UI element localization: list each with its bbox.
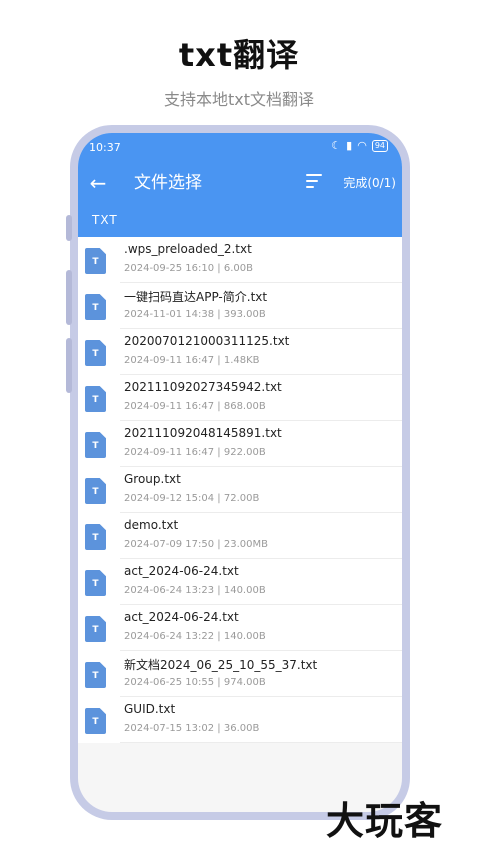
- file-meta: 2024-06-24 13:23 | 140.00B: [124, 585, 266, 596]
- txt-file-icon: T: [85, 386, 106, 412]
- file-name: .wps_preloaded_2.txt: [124, 242, 252, 256]
- file-meta: 2024-06-25 10:55 | 974.00B: [124, 677, 266, 688]
- file-name: 202111092048145891.txt: [124, 426, 282, 440]
- file-meta: 2024-09-11 16:47 | 868.00B: [124, 401, 266, 412]
- list-item[interactable]: T GUID.txt 2024-07-15 13:02 | 36.00B: [78, 697, 402, 743]
- file-list: T .wps_preloaded_2.txt 2024-09-25 16:10 …: [78, 237, 402, 743]
- file-meta: 2024-09-25 16:10 | 6.00B: [124, 263, 253, 274]
- file-meta: 2024-09-11 16:47 | 922.00B: [124, 447, 266, 458]
- txt-file-icon: T: [85, 478, 106, 504]
- wifi-icon: ◠: [357, 139, 367, 152]
- txt-file-icon: T: [85, 432, 106, 458]
- file-meta: 2024-11-01 14:38 | 393.00B: [124, 309, 266, 320]
- phone-volume-up-button: [66, 270, 72, 325]
- txt-file-icon: T: [85, 340, 106, 366]
- list-item[interactable]: T .wps_preloaded_2.txt 2024-09-25 16:10 …: [78, 237, 402, 283]
- tab-txt[interactable]: TXT: [92, 213, 118, 227]
- phone-side-button: [66, 215, 72, 241]
- list-item[interactable]: T act_2024-06-24.txt 2024-06-24 13:23 | …: [78, 559, 402, 605]
- list-item[interactable]: T demo.txt 2024-07-09 17:50 | 23.00MB: [78, 513, 402, 559]
- sort-icon: [306, 174, 324, 188]
- list-item[interactable]: T 202111092048145891.txt 2024-09-11 16:4…: [78, 421, 402, 467]
- list-item[interactable]: T Group.txt 2024-09-12 15:04 | 72.00B: [78, 467, 402, 513]
- done-button[interactable]: 完成(0/1): [343, 175, 396, 191]
- txt-file-icon: T: [85, 662, 106, 688]
- txt-file-icon: T: [85, 294, 106, 320]
- file-name: act_2024-06-24.txt: [124, 610, 239, 624]
- txt-file-icon: T: [85, 616, 106, 642]
- file-meta: 2024-07-15 13:02 | 36.00B: [124, 723, 260, 734]
- status-icons: ☾ ▮ ◠ 94: [331, 139, 388, 152]
- file-name: 新文档2024_06_25_10_55_37.txt: [124, 658, 318, 672]
- list-item[interactable]: T 新文档2024_06_25_10_55_37.txt 2024-06-25 …: [78, 651, 402, 697]
- txt-file-icon: T: [85, 524, 106, 550]
- signal-icon: ▮: [346, 139, 353, 152]
- file-name: 202111092027345942.txt: [124, 380, 282, 394]
- file-name: act_2024-06-24.txt: [124, 564, 239, 578]
- battery-icon: 94: [371, 139, 388, 152]
- app-header: 10:37 ☾ ▮ ◠ 94 ← 文件选择 完成(0/1) TXT: [78, 133, 402, 237]
- file-name: 2020070121000311125.txt: [124, 334, 290, 348]
- file-name: demo.txt: [124, 518, 179, 532]
- promo-title: txt翻译: [178, 36, 300, 74]
- list-item[interactable]: T 202111092027345942.txt 2024-09-11 16:4…: [78, 375, 402, 421]
- phone-screen: 10:37 ☾ ▮ ◠ 94 ← 文件选择 完成(0/1) TXT T .wps…: [78, 133, 402, 812]
- file-meta: 2024-09-11 16:47 | 1.48KB: [124, 355, 260, 366]
- sort-button[interactable]: [306, 174, 324, 190]
- file-meta: 2024-06-24 13:22 | 140.00B: [124, 631, 266, 642]
- file-meta: 2024-07-09 17:50 | 23.00MB: [124, 539, 268, 550]
- page-title: 文件选择: [134, 173, 202, 193]
- watermark-logo: 大玩客: [326, 799, 444, 843]
- file-meta: 2024-09-12 15:04 | 72.00B: [124, 493, 260, 504]
- status-time: 10:37: [89, 141, 121, 154]
- txt-file-icon: T: [85, 570, 106, 596]
- txt-file-icon: T: [85, 708, 106, 734]
- promo-subtitle: 支持本地txt文档翻译: [163, 90, 315, 109]
- moon-icon: ☾: [331, 139, 342, 152]
- back-button[interactable]: ←: [86, 171, 110, 195]
- file-name: Group.txt: [124, 472, 181, 486]
- list-item[interactable]: T 2020070121000311125.txt 2024-09-11 16:…: [78, 329, 402, 375]
- file-name: GUID.txt: [124, 702, 176, 716]
- txt-file-icon: T: [85, 248, 106, 274]
- list-item[interactable]: T 一键扫码直达APP-简介.txt 2024-11-01 14:38 | 39…: [78, 283, 402, 329]
- list-item[interactable]: T act_2024-06-24.txt 2024-06-24 13:22 | …: [78, 605, 402, 651]
- arrow-left-icon: ←: [89, 171, 107, 195]
- file-name: 一键扫码直达APP-简介.txt: [124, 290, 268, 304]
- phone-volume-down-button: [66, 338, 72, 393]
